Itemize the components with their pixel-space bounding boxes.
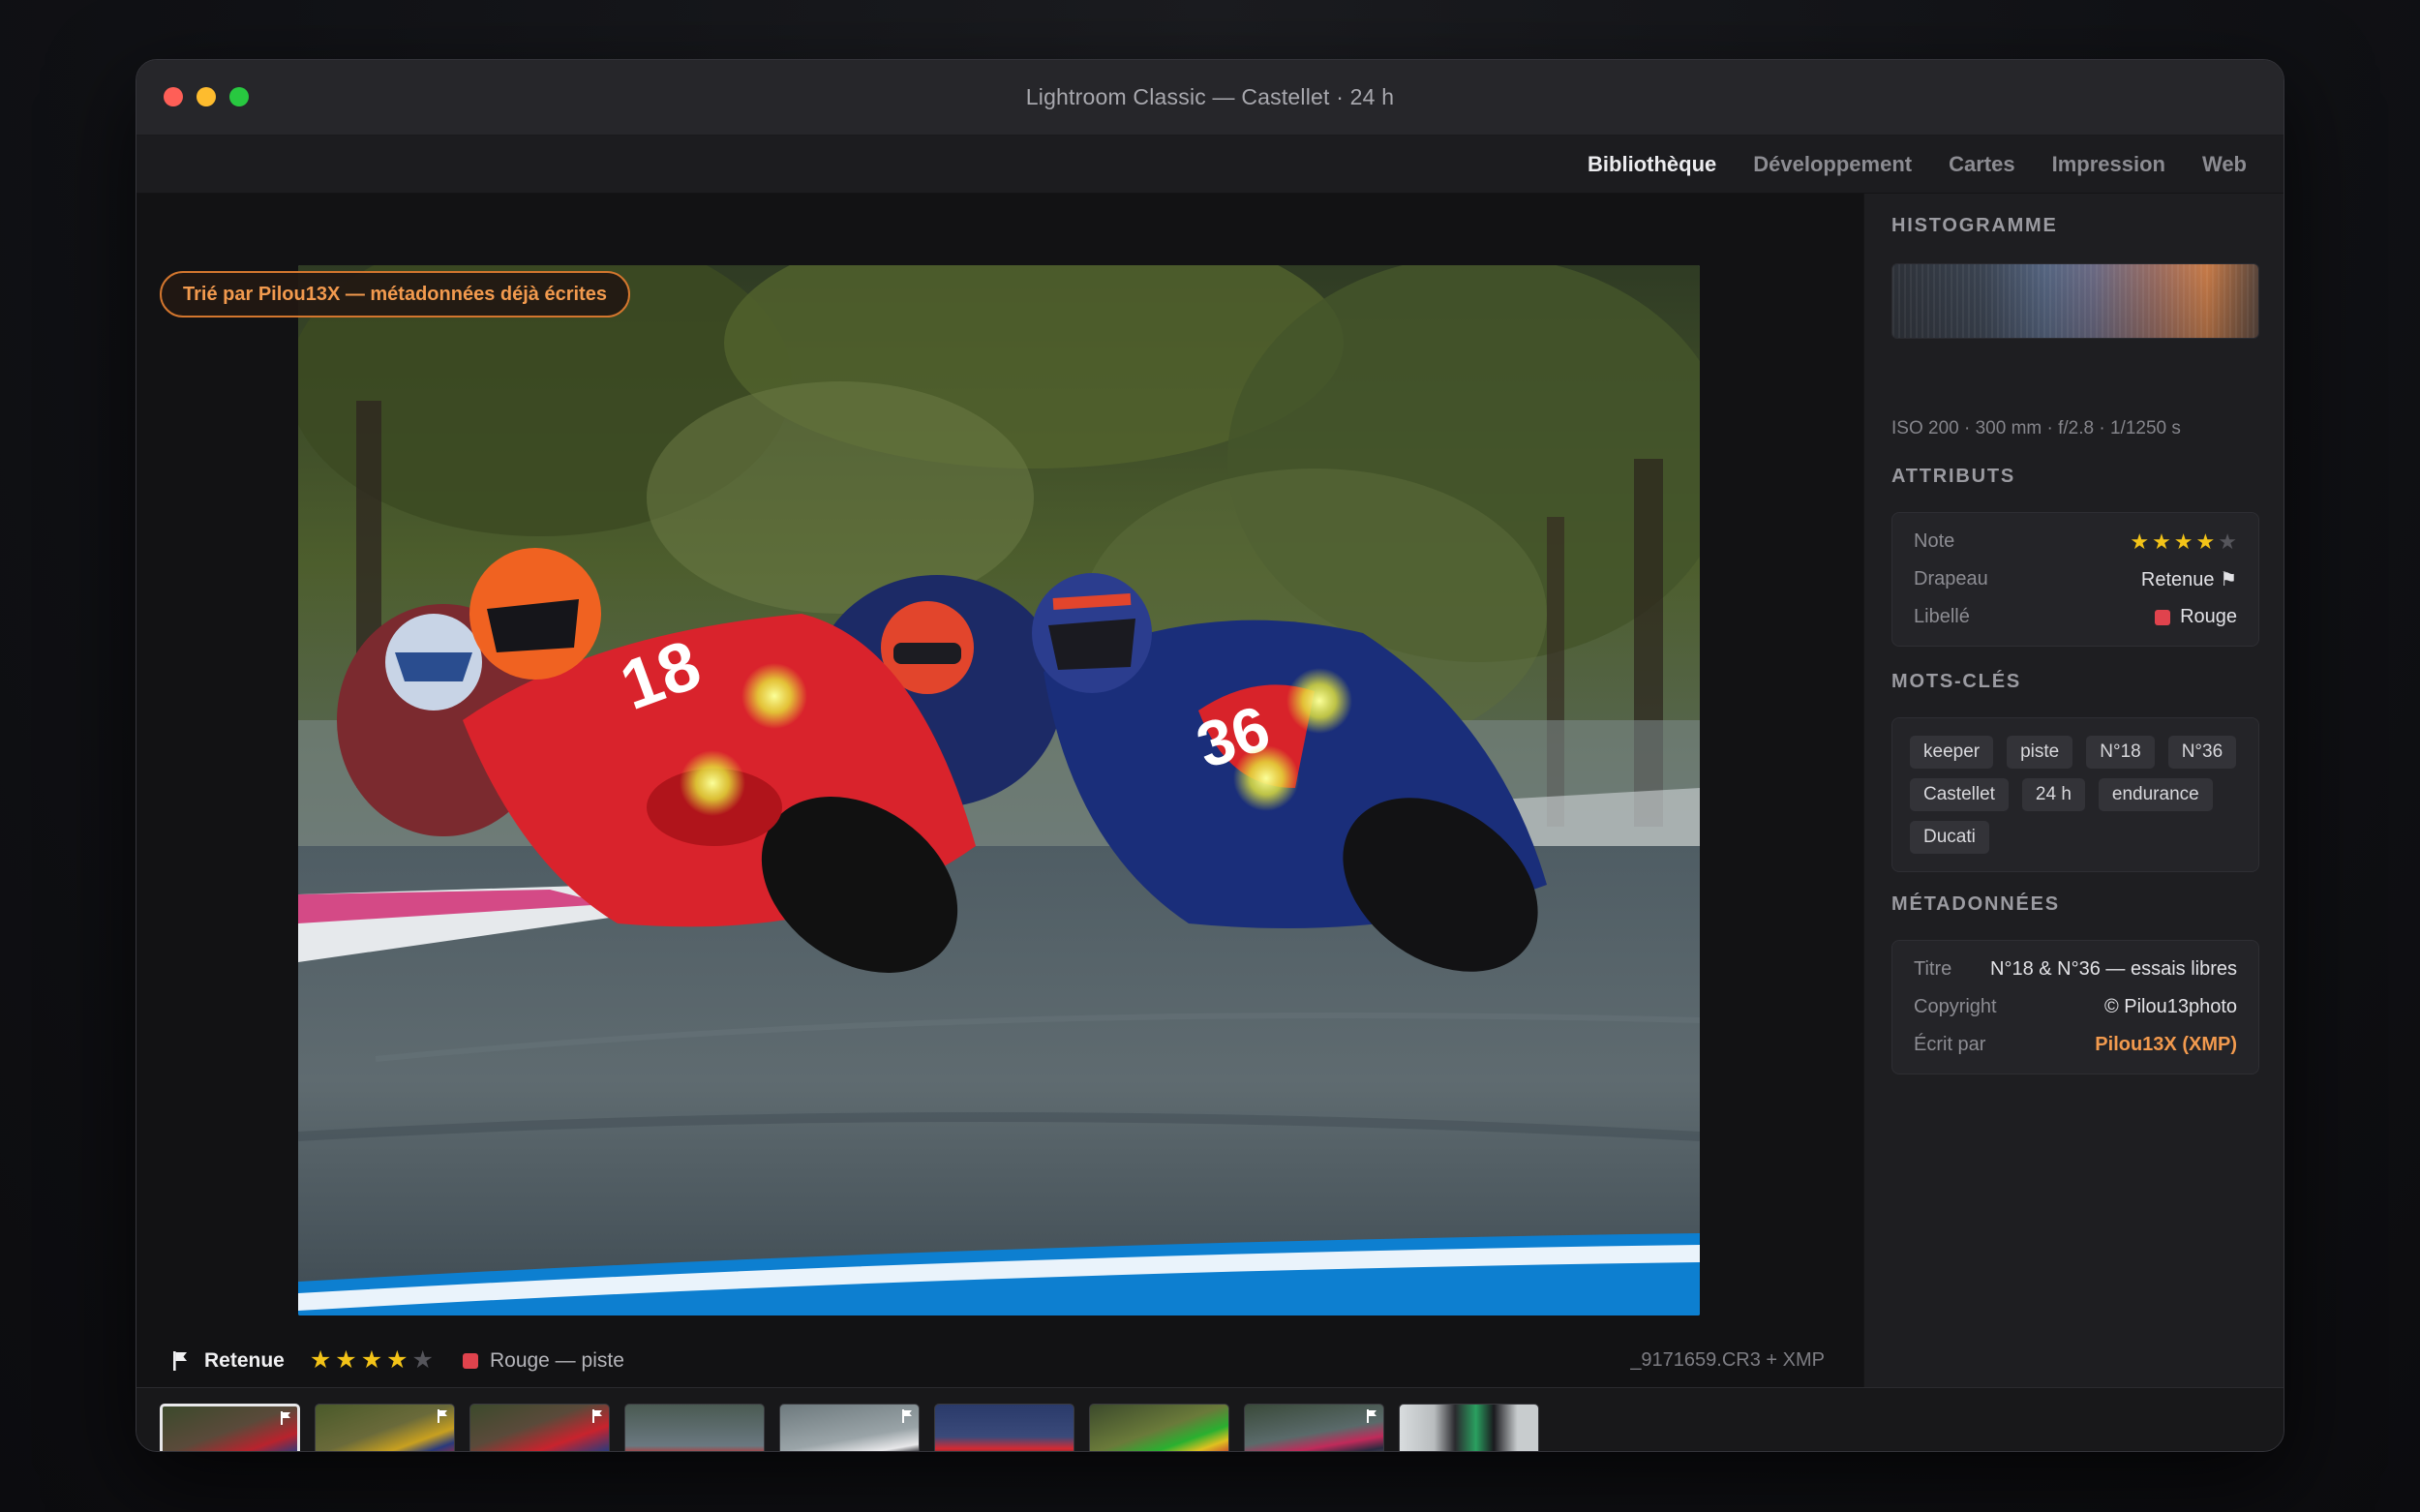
keyword-tag[interactable]: 24 h [2021, 778, 2085, 811]
attr-label-row: Libellé Rouge [1914, 598, 2237, 636]
metadata-title[interactable]: MÉTADONNÉES [1891, 893, 2060, 916]
attr-color-value[interactable]: Rouge [2155, 606, 2237, 628]
meta-title-label: Titre [1914, 958, 1952, 980]
attr-flag-label: Drapeau [1914, 568, 1988, 590]
keyword-tag[interactable]: Ducati [1910, 821, 1989, 854]
title-bar: Lightroom Classic — Castellet · 24 h [136, 60, 2284, 136]
attr-rating-label: Note [1914, 530, 1955, 552]
loupe-viewer: 18 36 Trié par Pilou13X — métadonnées dé… [136, 194, 1863, 1387]
attr-color-label: Libellé [1914, 606, 1970, 627]
filename: _9171659.CR3 + XMP [1630, 1349, 1825, 1371]
zoom-window-button[interactable] [229, 87, 249, 106]
flag-icon [902, 1409, 912, 1423]
filmstrip-thumb[interactable]: ★★★★ [1244, 1404, 1384, 1451]
filmstrip-thumb[interactable]: ★★★★ [779, 1404, 920, 1451]
meta-copyright-label: Copyright [1914, 996, 1997, 1017]
module-web[interactable]: Web [2202, 152, 2247, 177]
star-2: ★ [335, 1346, 357, 1374]
attr-flag-row: Drapeau Retenue ⚑ [1914, 560, 2237, 598]
keyword-tag[interactable]: piste [2007, 736, 2073, 769]
attr-rating-row: Note ★ ★ ★ ★ ★ [1914, 523, 2237, 560]
flag-icon [1367, 1409, 1376, 1423]
keyword-tag[interactable]: N°18 [2086, 736, 2155, 769]
module-print[interactable]: Impression [2052, 152, 2165, 177]
attributes-title[interactable]: ATTRIBUTS [1891, 466, 2015, 488]
star-4: ★ [386, 1346, 408, 1374]
window-title: Lightroom Classic — Castellet · 24 h [1025, 84, 1395, 109]
sort-status-badge: Trié par Pilou13X — métadonnées déjà écr… [160, 271, 630, 318]
histogram[interactable] [1891, 263, 2259, 339]
meta-author-row: Écrit par Pilou13X (XMP) [1914, 1026, 2237, 1064]
filmstrip-thumb[interactable]: ★★★ [469, 1404, 610, 1451]
main-photo[interactable]: 18 36 [298, 265, 1700, 1315]
filmstrip-thumb[interactable]: ★★★ [624, 1404, 765, 1451]
filmstrip: ★★★★ ★★★★ ★★★ ★★★ ★★★★ ★★ ★★★ ★★★★ ★★★ [136, 1387, 2284, 1451]
rating-stars[interactable]: ★ ★ ★ ★ ★ [310, 1348, 434, 1373]
motorcycle-race-photo: 18 36 [298, 265, 1700, 1315]
module-library[interactable]: Bibliothèque [1588, 152, 1716, 177]
window-controls [164, 87, 249, 106]
filmstrip-thumb[interactable]: ★★★★ [160, 1404, 300, 1451]
meta-author-label: Écrit par [1914, 1034, 1986, 1055]
star-5: ★ [411, 1346, 434, 1374]
app-window: Lightroom Classic — Castellet · 24 h Bib… [136, 59, 2284, 1452]
metadata-card: Titre N°18 & N°36 — essais libres Copyri… [1891, 940, 2259, 1074]
keyword-tag[interactable]: Castellet [1910, 778, 2009, 811]
keywords-title[interactable]: MOTS-CLÉS [1891, 671, 2021, 693]
meta-title-row: Titre N°18 & N°36 — essais libres [1914, 951, 2237, 988]
right-panel: HISTOGRAMME ISO 200 · 300 mm · f/2.8 · 1… [1863, 194, 2284, 1387]
flag-icon [281, 1411, 290, 1425]
keyword-list: keeper piste N°18 N°36 Castellet 24 h en… [1910, 728, 2241, 862]
keywords-card: keeper piste N°18 N°36 Castellet 24 h en… [1891, 717, 2259, 872]
flag-icon [438, 1409, 447, 1423]
filmstrip-thumb[interactable]: ★★★★ [315, 1404, 455, 1451]
attr-flag-value[interactable]: Retenue ⚑ [2141, 567, 2237, 591]
histogram-title[interactable]: HISTOGRAMME [1891, 215, 2058, 237]
star-3: ★ [360, 1346, 383, 1374]
minimize-window-button[interactable] [197, 87, 216, 106]
keyword-tag[interactable]: keeper [1910, 736, 1994, 769]
close-window-button[interactable] [164, 87, 183, 106]
color-label-swatch[interactable] [462, 1352, 478, 1369]
viewer-info-bar: Retenue ★ ★ ★ ★ ★ Rouge — piste _9171659.CR3… [136, 1334, 1863, 1387]
red-swatch-icon [2155, 609, 2171, 625]
attr-color-text: Rouge [2180, 606, 2237, 627]
filmstrip-thumb[interactable]: ★★ [934, 1404, 1074, 1451]
module-develop[interactable]: Développement [1753, 152, 1912, 177]
module-picker: Bibliothèque Développement Cartes Impres… [136, 136, 2284, 194]
meta-copyright-row: Copyright © Pilou13photo [1914, 988, 2237, 1026]
flag-icon[interactable] [171, 1350, 191, 1372]
attr-rating-stars[interactable]: ★ ★ ★ ★ ★ [2130, 530, 2237, 553]
meta-title-value[interactable]: N°18 & N°36 — essais libres [1990, 958, 2237, 981]
filmstrip-thumb[interactable]: ★★★ [1399, 1404, 1539, 1451]
meta-author-value: Pilou13X (XMP) [2095, 1034, 2237, 1055]
flag-icon [592, 1409, 602, 1423]
exif-info: ISO 200 · 300 mm · f/2.8 · 1/1250 s [1891, 418, 2181, 438]
meta-copyright-value[interactable]: © Pilou13photo [2104, 996, 2237, 1018]
attributes-card: Note ★ ★ ★ ★ ★ Drapeau Retenue ⚑ Libellé Rou… [1891, 512, 2259, 647]
star-1: ★ [309, 1346, 332, 1374]
keyword-tag[interactable]: endurance [2098, 778, 2213, 811]
color-label-text: Rouge — piste [489, 1348, 624, 1372]
filmstrip-thumb[interactable]: ★★★ [1089, 1404, 1229, 1451]
keyword-tag[interactable]: N°36 [2167, 736, 2237, 769]
module-map[interactable]: Cartes [1949, 152, 2014, 177]
flag-status[interactable]: Retenue [204, 1349, 285, 1373]
